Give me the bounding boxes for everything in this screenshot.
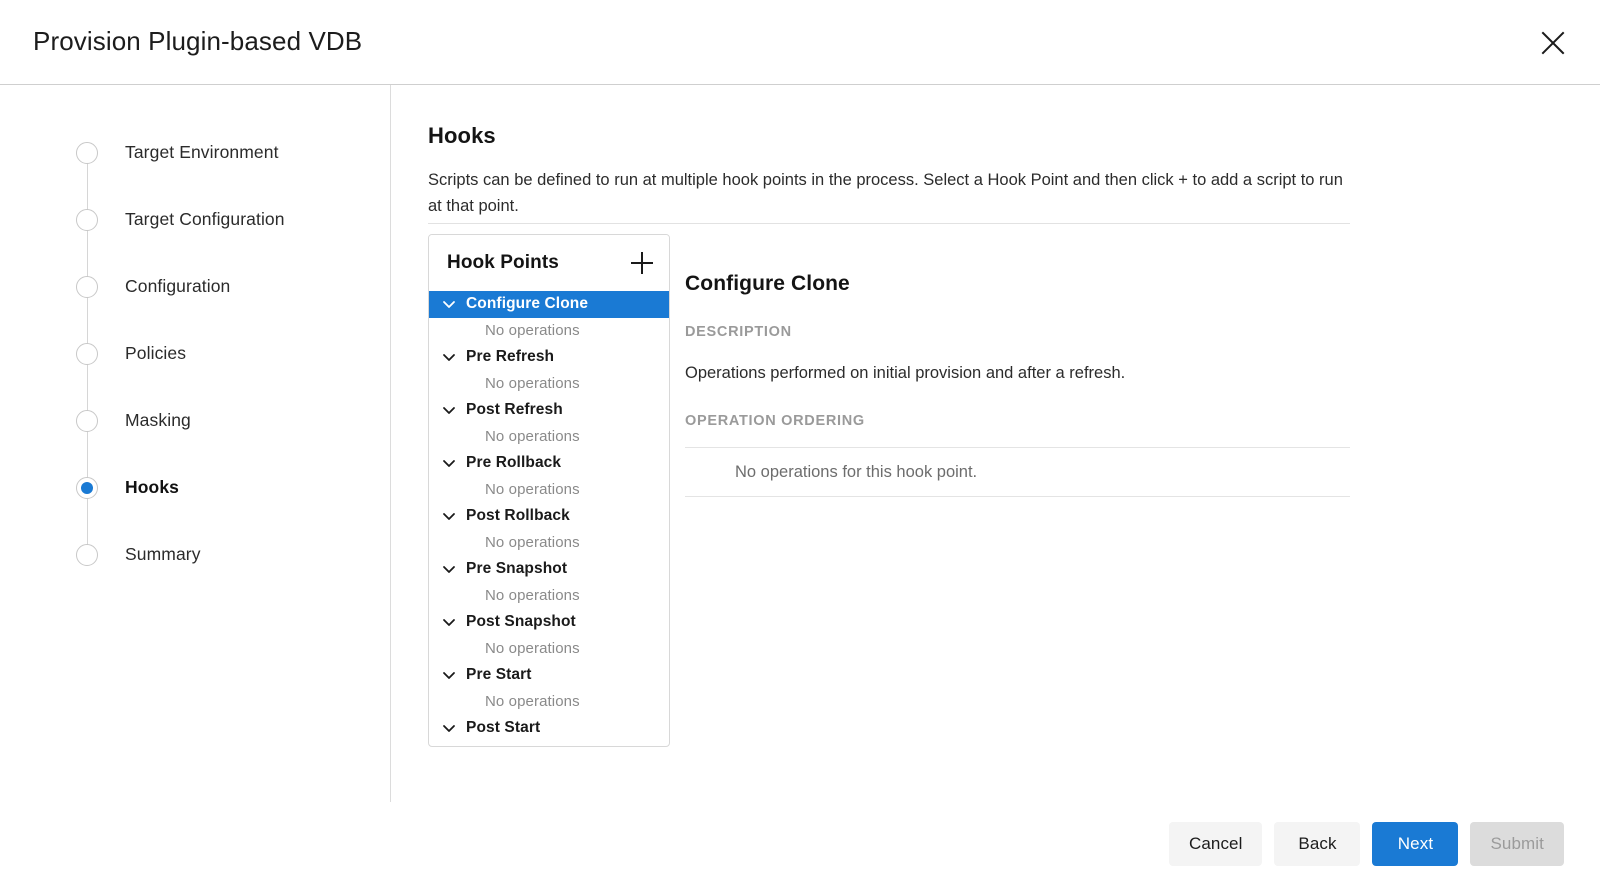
stepper-marker-dot <box>81 415 93 427</box>
stepper-marker-dot <box>81 482 93 494</box>
submit-button: Submit <box>1470 822 1564 866</box>
close-icon <box>1540 30 1566 56</box>
chevron-down-icon[interactable] <box>439 718 459 738</box>
hook-points-header: Hook Points <box>429 235 669 291</box>
chevron-down-icon[interactable] <box>439 294 459 314</box>
dialog-footer: Cancel Back Next Submit <box>0 802 1600 886</box>
stepper-item-target-environment[interactable]: Target Environment <box>0 119 390 186</box>
stepper-marker-dot <box>81 348 93 360</box>
section-description: Scripts can be defined to run at multipl… <box>428 167 1356 219</box>
stepper-item-policies[interactable]: Policies <box>0 320 390 387</box>
dialog-body: Target Environment Target Configuration Co… <box>0 85 1600 802</box>
hook-point-empty-text: No operations <box>429 636 669 663</box>
stepper-item-label: Target Environment <box>88 142 279 163</box>
hook-point-empty-text: No operations <box>429 318 669 345</box>
cancel-button[interactable]: Cancel <box>1169 822 1263 866</box>
stepper-item-summary[interactable]: Summary <box>0 521 390 588</box>
stepper-marker <box>76 477 98 499</box>
stepper-marker <box>76 410 98 432</box>
detail-title: Configure Clone <box>685 234 1350 296</box>
hook-point-row[interactable]: Post Refresh <box>429 397 669 424</box>
stepper-marker-dot <box>81 281 93 293</box>
chevron-down-icon[interactable] <box>439 559 459 579</box>
back-button[interactable]: Back <box>1274 822 1360 866</box>
hook-point-row[interactable]: Configure Clone <box>429 291 669 318</box>
page-title: Provision Plugin-based VDB <box>33 26 362 57</box>
operations-table: No operations for this hook point. <box>685 447 1350 497</box>
hook-point-row[interactable]: Pre Refresh <box>429 344 669 371</box>
stepper-item-masking[interactable]: Masking <box>0 387 390 454</box>
chevron-down-icon[interactable] <box>439 453 459 473</box>
hook-point-empty-text: No operations <box>429 477 669 504</box>
stepper-item-label: Target Configuration <box>88 209 285 230</box>
stepper-item-target-configuration[interactable]: Target Configuration <box>0 186 390 253</box>
hook-point-label: Post Snapshot <box>466 613 576 631</box>
hook-point-empty-text: No operations <box>429 689 669 716</box>
stepper-item-label: Summary <box>88 544 201 565</box>
stepper-marker <box>76 142 98 164</box>
stepper-item-configuration[interactable]: Configuration <box>0 253 390 320</box>
stepper-marker <box>76 276 98 298</box>
hook-point-row[interactable]: Pre Snapshot <box>429 556 669 583</box>
chevron-down-icon[interactable] <box>439 665 459 685</box>
description-text: Operations performed on initial provisio… <box>685 361 1350 385</box>
stepper-marker <box>76 343 98 365</box>
hooks-main-panel: Hooks Scripts can be defined to run at m… <box>391 85 1600 802</box>
stepper-marker <box>76 544 98 566</box>
hook-point-empty-text: No operations <box>429 530 669 557</box>
stepper-marker-dot <box>81 214 93 226</box>
hook-point-label: Post Refresh <box>466 401 563 419</box>
chevron-down-icon[interactable] <box>439 612 459 632</box>
hook-point-label: Pre Rollback <box>466 454 561 472</box>
hook-point-row[interactable]: Post Snapshot <box>429 609 669 636</box>
hook-point-empty-text: No operations <box>429 583 669 610</box>
hook-point-row[interactable]: Post Rollback <box>429 503 669 530</box>
hook-point-row[interactable]: Pre Rollback <box>429 450 669 477</box>
dialog-header: Provision Plugin-based VDB <box>0 0 1600 85</box>
next-button[interactable]: Next <box>1372 822 1458 866</box>
hook-points-title: Hook Points <box>447 252 559 274</box>
chevron-down-icon[interactable] <box>439 506 459 526</box>
hook-point-label: Pre Snapshot <box>466 560 567 578</box>
hook-point-detail: Configure Clone DESCRIPTION Operations p… <box>685 234 1350 497</box>
stepper-item-label: Configuration <box>88 276 230 297</box>
wizard-stepper: Target Environment Target Configuration Co… <box>0 85 390 588</box>
plus-icon <box>629 250 655 276</box>
hook-point-empty-text: No operations <box>429 371 669 398</box>
stepper-marker <box>76 209 98 231</box>
stepper-item-hooks[interactable]: Hooks <box>0 454 390 521</box>
hook-point-row[interactable]: Post Start <box>429 715 669 742</box>
add-hook-button[interactable] <box>627 248 657 278</box>
hook-point-label: Pre Refresh <box>466 348 554 366</box>
hook-points-list[interactable]: Configure Clone No operations Pre Refresh N… <box>429 291 669 746</box>
hook-point-empty-text: No operations <box>429 742 669 747</box>
hook-point-label: Post Rollback <box>466 507 570 525</box>
operation-ordering-label: OPERATION ORDERING <box>685 413 1350 429</box>
stepper-item-label: Policies <box>88 343 186 364</box>
chevron-down-icon[interactable] <box>439 347 459 367</box>
description-label: DESCRIPTION <box>685 324 1350 340</box>
hook-point-empty-text: No operations <box>429 424 669 451</box>
section-title: Hooks <box>428 123 496 149</box>
hook-point-label: Pre Start <box>466 666 532 684</box>
stepper-marker-dot <box>81 549 93 561</box>
chevron-down-icon[interactable] <box>439 400 459 420</box>
operations-empty-row: No operations for this hook point. <box>685 448 1350 496</box>
section-divider <box>428 223 1350 224</box>
stepper-item-label: Masking <box>88 410 191 431</box>
hook-points-card: Hook Points Configure Clone No operations… <box>428 234 670 747</box>
stepper-item-label: Hooks <box>88 477 179 498</box>
hook-point-row[interactable]: Pre Start <box>429 662 669 689</box>
close-button[interactable] <box>1532 22 1574 64</box>
hook-point-label: Post Start <box>466 719 540 737</box>
hook-point-label: Configure Clone <box>466 295 588 313</box>
stepper-marker-dot <box>81 147 93 159</box>
